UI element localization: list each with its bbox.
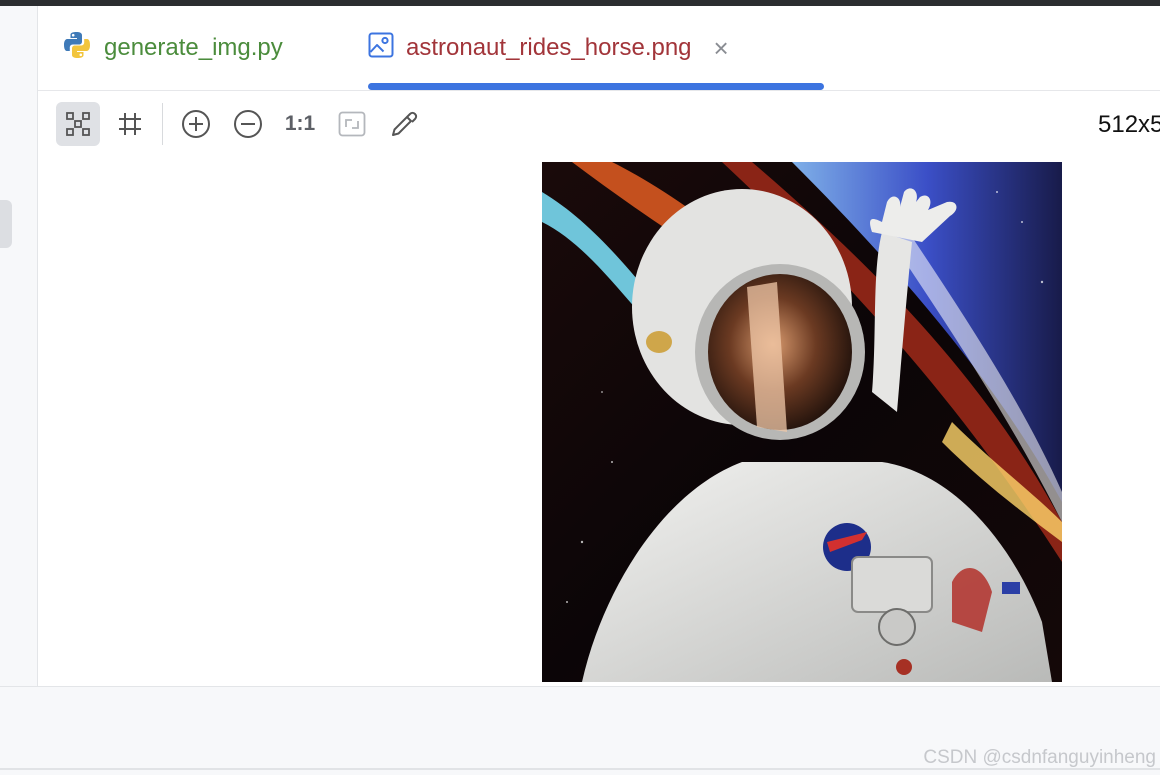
actual-size-button[interactable]: 1:1 [278,102,322,146]
watermark-text: CSDN @csdnfanguyinheng [923,747,1156,768]
zoom-out-icon[interactable] [226,102,270,146]
chessboard-icon[interactable] [56,102,100,146]
bottom-divider [0,768,1160,770]
status-bar: CSDN @csdnfanguyinheng [0,686,1160,775]
toolbar-divider [162,103,163,145]
grid-icon[interactable] [108,102,152,146]
tab-astronaut-image[interactable]: astronaut_rides_horse.png × [368,6,824,90]
left-tool-strip [0,6,38,686]
fit-to-window-icon[interactable] [330,102,374,146]
image-canvas [38,157,1160,686]
zoom-in-icon[interactable] [174,102,218,146]
image-file-icon [368,32,394,65]
actual-size-label: 1:1 [284,112,316,135]
color-picker-icon[interactable] [382,102,426,146]
python-icon [62,30,92,67]
tab-generate-img[interactable]: generate_img.py [62,6,352,90]
tab-label: generate_img.py [104,34,283,61]
editor-tab-bar: generate_img.py astronaut_rides_horse.pn… [38,6,1160,91]
image-viewer-toolbar: 1:1 512x5 [38,91,1160,157]
image-dimensions-label: 512x5 [1098,111,1160,138]
active-tab-indicator [368,83,824,90]
astronaut-image [542,162,1062,682]
tab-label: astronaut_rides_horse.png [406,34,692,61]
close-icon[interactable]: × [714,35,729,61]
side-panel-handle[interactable] [0,200,12,248]
